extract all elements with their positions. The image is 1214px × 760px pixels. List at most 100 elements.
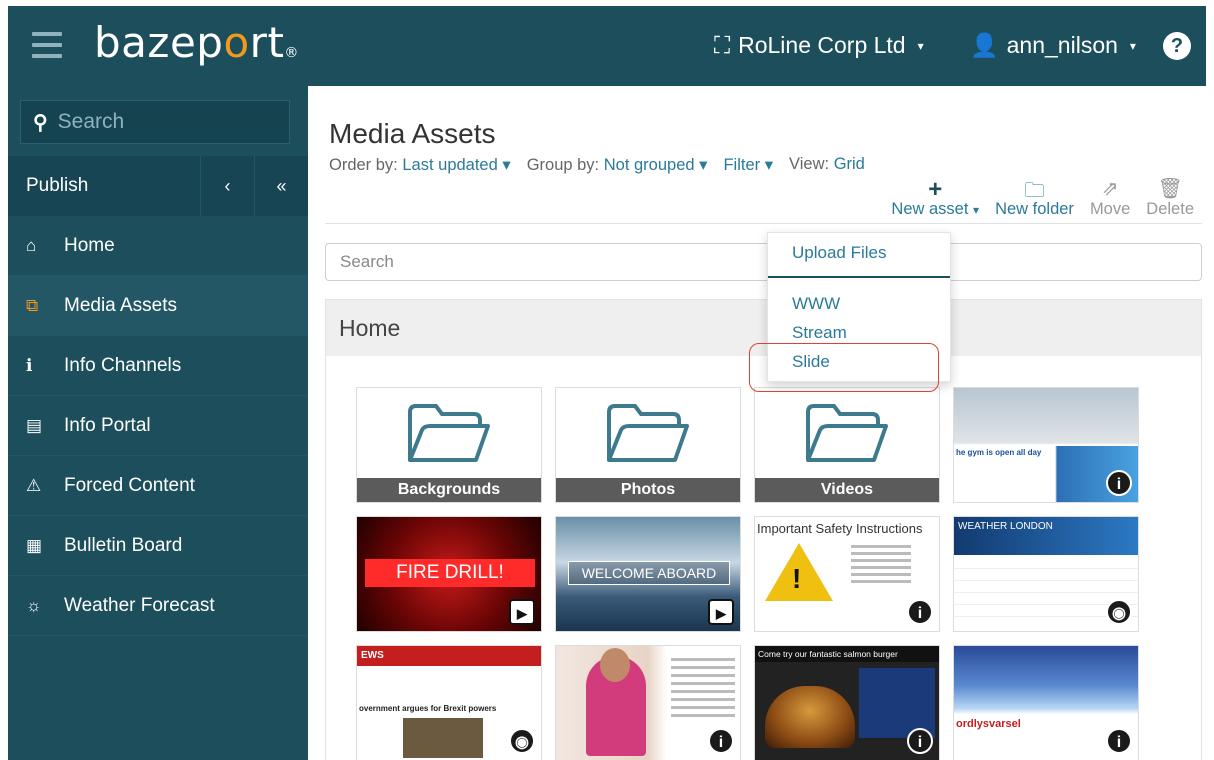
asset-thumbnail-fire-drill[interactable]: FIRE DRILL! ▶ (356, 516, 542, 632)
menu-item-www[interactable]: WWW (792, 294, 840, 314)
chevron-down-icon: ▾ (1129, 38, 1136, 53)
sidebar-search[interactable]: ⚲ Search (20, 100, 290, 144)
asset-thumbnail-safety[interactable]: Important Safety Instructions ! i (754, 516, 940, 632)
new-folder-button[interactable]: 🗀 New folder (995, 176, 1074, 219)
menu-item-upload-files[interactable]: Upload Files (792, 243, 887, 263)
collapse-button[interactable]: ‹ (200, 156, 254, 216)
plus-icon: + (928, 176, 943, 203)
thumbnail-text: WELCOME ABOARD (568, 561, 730, 585)
person-head (600, 648, 630, 682)
sidebar-item-label: Home (64, 234, 115, 256)
delete-button[interactable]: 🗑 Delete (1146, 176, 1194, 219)
menu-item-stream[interactable]: Stream (792, 323, 847, 343)
folder-backgrounds[interactable]: Backgrounds (356, 387, 542, 503)
username: ann_nilson (1006, 32, 1118, 58)
sidebar-item-label: Forced Content (64, 474, 195, 496)
exclamation-mark: ! (792, 563, 802, 594)
page-title: Media Assets (329, 118, 496, 149)
move-button[interactable]: ⇗ Move (1090, 176, 1130, 219)
folder-label: Backgrounds (357, 478, 541, 502)
company-selector[interactable]: ⛶ RoLine Corp Ltd ▾ (714, 32, 924, 59)
sidebar-item-label: Info Portal (64, 414, 151, 436)
app-frame: bazeport® ⛶ RoLine Corp Ltd ▾ 👤 ann_nils… (8, 6, 1206, 760)
top-bar: bazeport® ⛶ RoLine Corp Ltd ▾ 👤 ann_nils… (8, 6, 1206, 86)
asset-thumbnail-welcome-aboard[interactable]: WELCOME ABOARD ▶ (555, 516, 741, 632)
chevron-down-icon: ▾ (502, 156, 511, 174)
sidebar-nav: ⌂ Home ⧉ Media Assets ℹ Info Channels ▤ … (8, 216, 308, 636)
sidebar-item-home[interactable]: ⌂ Home (8, 216, 308, 276)
sun-icon: ☼ (26, 595, 42, 615)
asset-thumbnail-weather[interactable]: WEATHER LONDON ◉ (953, 516, 1139, 632)
publish-row: Publish ‹ « (8, 156, 308, 216)
company-name: RoLine Corp Ltd (738, 32, 906, 58)
asset-thumbnail-gym[interactable]: he gym is open all day i (953, 387, 1139, 503)
share-icon: ⇗ (1101, 178, 1119, 200)
user-menu[interactable]: 👤 ann_nilson ▾ (970, 32, 1136, 59)
sidebar-item-bulletin-board[interactable]: ▦ Bulletin Board (8, 516, 308, 576)
divider (325, 223, 1202, 224)
news-photo (403, 718, 483, 758)
menu-divider (768, 276, 950, 278)
sidebar-item-media-assets[interactable]: ⧉ Media Assets (8, 276, 308, 336)
thumbnail-text: Important Safety Instructions (757, 521, 923, 536)
thumbnail-text: WEATHER LONDON (954, 517, 1138, 555)
text-lines (851, 545, 911, 587)
folder-icon (806, 404, 888, 462)
logo[interactable]: bazeport® (94, 18, 299, 67)
chevron-down-icon: ▾ (764, 156, 774, 174)
globe-icon[interactable]: ◉ (1106, 599, 1132, 625)
hamburger-menu-icon[interactable] (32, 32, 62, 58)
text-lines (671, 658, 735, 722)
video-icon[interactable]: ▶ (509, 599, 535, 625)
user-icon: 👤 (970, 32, 999, 58)
info-icon[interactable]: i (708, 728, 734, 754)
collapse-all-button[interactable]: « (254, 156, 308, 216)
folder-videos[interactable]: Videos (754, 387, 940, 503)
sidebar-item-forced-content[interactable]: ⚠ Forced Content (8, 456, 308, 516)
chevron-down-icon: ▾ (699, 156, 708, 174)
video-icon[interactable]: ▶ (708, 599, 734, 625)
sort-bar: Order by: Last updated ▾ Group by: Not g… (329, 155, 865, 175)
filter-control[interactable]: Filter ▾ (723, 155, 773, 175)
asset-search-input[interactable]: Search (325, 243, 1202, 281)
publish-label: Publish (26, 175, 89, 196)
sidebar-item-info-channels[interactable]: ℹ Info Channels (8, 336, 308, 396)
sidebar-item-weather-forecast[interactable]: ☼ Weather Forecast (8, 576, 308, 636)
trash-icon: 🗑 (1157, 178, 1183, 200)
org-icon: ⛶ (714, 32, 731, 58)
folder-label: Videos (755, 478, 939, 502)
folder-label: Photos (556, 478, 740, 502)
folder-icon (408, 404, 490, 462)
main-content: Media Assets Order by: Last updated ▾ Gr… (308, 86, 1206, 760)
asset-thumbnail-news[interactable]: EWS overnment argues for Brexit powers ◉ (356, 645, 542, 760)
help-icon[interactable]: ? (1163, 32, 1191, 60)
asset-thumbnail-burger[interactable]: Come try our fantastic salmon burger i (754, 645, 940, 760)
chevron-down-icon: ▾ (973, 203, 980, 217)
info-icon[interactable]: i (907, 728, 933, 754)
folder-photos[interactable]: Photos (555, 387, 741, 503)
search-icon: ⚲ (33, 111, 48, 134)
globe-icon[interactable]: ◉ (509, 728, 535, 754)
sidebar-item-info-portal[interactable]: ▤ Info Portal (8, 396, 308, 456)
thumbnail-text: he gym is open all day (956, 448, 1042, 457)
info-icon[interactable]: i (907, 599, 933, 625)
search-placeholder: Search (340, 252, 394, 271)
order-by-control[interactable]: Order by: Last updated ▾ (329, 155, 511, 175)
thumbnail-text: FIRE DRILL! (365, 559, 535, 587)
asset-thumbnail-aurora[interactable]: ordlysvarsel i (953, 645, 1139, 760)
sidebar-item-label: Media Assets (64, 294, 177, 316)
asset-toolbar: + New asset ▾ 🗀 New folder ⇗ Move 🗑 Dele… (891, 176, 1194, 219)
burger-side-panel (859, 668, 935, 738)
slide-highlight-box (749, 343, 939, 392)
sidebar-item-label: Info Channels (64, 354, 182, 376)
new-asset-button[interactable]: + New asset ▾ (891, 176, 979, 219)
sidebar-item-label: Weather Forecast (64, 594, 215, 616)
info-icon[interactable]: i (1106, 728, 1132, 754)
view-control[interactable]: View: Grid (789, 155, 865, 175)
group-by-control[interactable]: Group by: Not grouped ▾ (527, 155, 708, 175)
info-icon[interactable]: i (1106, 470, 1132, 496)
asset-thumbnail-fitness[interactable]: i (555, 645, 741, 760)
portal-icon: ▤ (26, 415, 43, 435)
burger-image (765, 686, 855, 748)
sidebar-item-label: Bulletin Board (64, 534, 183, 556)
